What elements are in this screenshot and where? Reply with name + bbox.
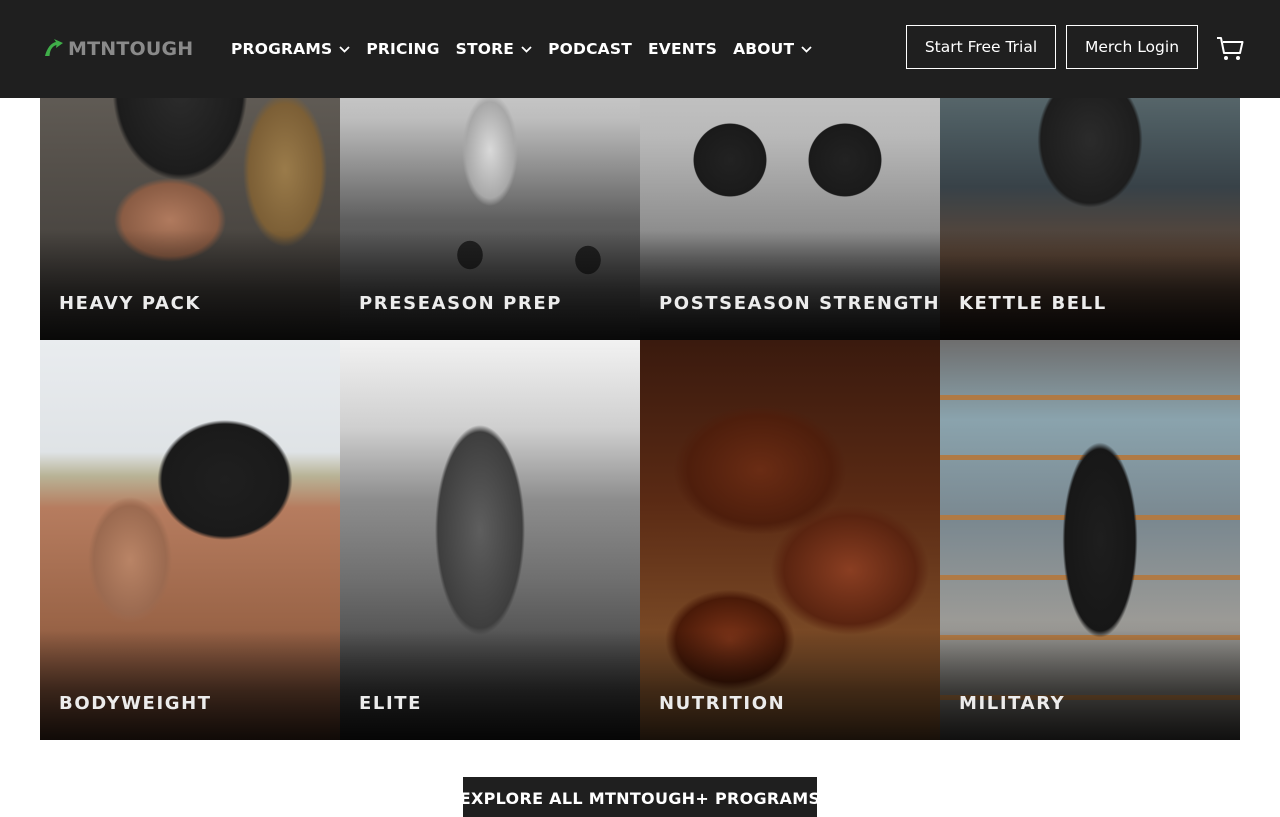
nav-about-label: ABOUT — [733, 40, 795, 58]
nav-pricing[interactable]: PRICING — [366, 40, 439, 58]
logo-text: MTNTOUGH — [68, 38, 194, 60]
program-label: ELITE — [359, 693, 423, 714]
cart-icon[interactable] — [1216, 36, 1244, 62]
program-label: POSTSEASON STRENGTH — [659, 293, 940, 314]
program-label: NUTRITION — [659, 693, 786, 714]
nav-podcast-label: PODCAST — [548, 40, 632, 58]
explore-programs-button[interactable]: EXPLORE ALL MTNTOUGH+ PROGRAMS — [460, 777, 820, 817]
program-label: MILITARY — [959, 693, 1066, 714]
program-label: BODYWEIGHT — [59, 693, 212, 714]
chevron-down-icon — [339, 45, 350, 53]
logo[interactable]: MTNTOUGH — [42, 36, 193, 62]
nav-about[interactable]: ABOUT — [733, 40, 812, 58]
program-label: KETTLE BELL — [959, 293, 1107, 314]
nav-events[interactable]: EVENTS — [648, 40, 717, 58]
nav-programs-label: PROGRAMS — [231, 40, 333, 58]
site-header: MTNTOUGH PROGRAMS PRICING STORE PODCAST … — [0, 0, 1280, 98]
nav-pricing-label: PRICING — [366, 40, 440, 58]
nav-events-label: EVENTS — [648, 40, 718, 58]
mountain-arrow-logo-icon — [45, 39, 63, 56]
program-tile-nutrition[interactable]: NUTRITION — [640, 340, 940, 740]
nav-podcast[interactable]: PODCAST — [548, 40, 632, 58]
nav-programs[interactable]: PROGRAMS — [231, 40, 350, 58]
program-label: HEAVY PACK — [59, 293, 201, 314]
start-free-trial-button[interactable]: Start Free Trial — [906, 25, 1056, 69]
nav-store-label: STORE — [455, 40, 515, 58]
main-nav: PROGRAMS PRICING STORE PODCAST EVENTS AB… — [231, 38, 828, 60]
chevron-down-icon — [521, 45, 532, 53]
merch-login-button[interactable]: Merch Login — [1066, 25, 1198, 69]
programs-grid: HEAVY PACK PRESEASON PREP POSTSEASON STR… — [40, 0, 1240, 740]
program-tile-bodyweight[interactable]: BODYWEIGHT — [40, 340, 340, 740]
program-tile-elite[interactable]: ELITE — [340, 340, 640, 740]
program-label: PRESEASON PREP — [359, 293, 563, 314]
program-tile-military[interactable]: MILITARY — [940, 340, 1240, 740]
chevron-down-icon — [801, 45, 812, 53]
nav-store[interactable]: STORE — [456, 40, 532, 58]
